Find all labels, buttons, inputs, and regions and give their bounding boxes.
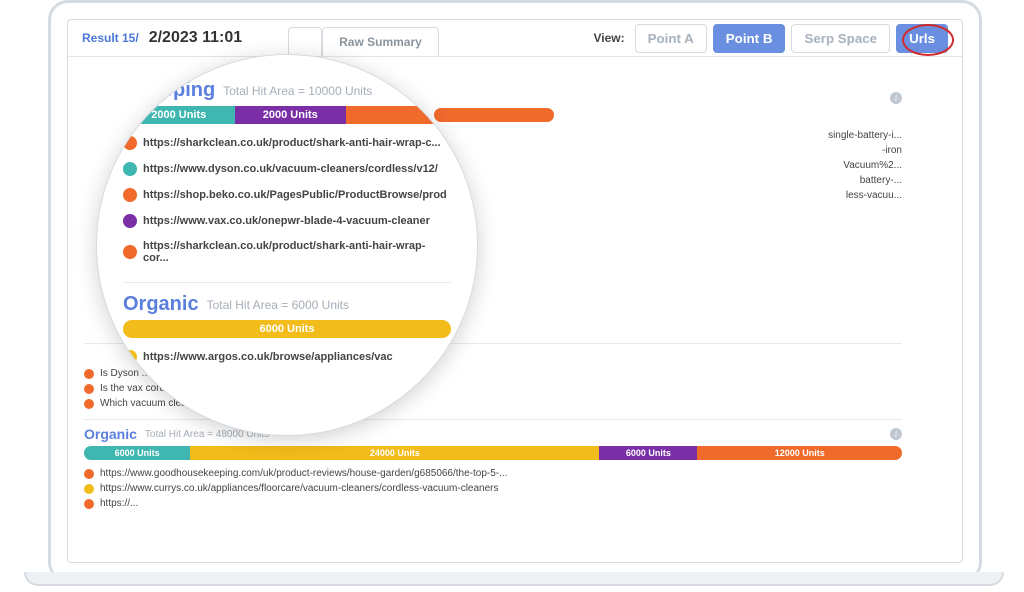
mag-shopping-sub: Total Hit Area = 10000 Units <box>223 84 372 98</box>
url-text: https://www.dyson.co.uk/vacuum-cleaners/… <box>143 163 438 175</box>
url-tail: battery-... <box>434 173 902 188</box>
url-line[interactable]: https://www.goodhousekeeping.com/uk/prod… <box>84 466 902 481</box>
tab-blank[interactable] <box>288 27 322 56</box>
color-dot-icon <box>123 188 137 202</box>
color-dot-icon <box>84 484 94 494</box>
view-serp-space-button[interactable]: Serp Space <box>791 24 890 53</box>
tabset: Raw Summary <box>288 21 439 56</box>
bar-segment: 24000 Units <box>190 446 599 460</box>
url-text: https://sharkclean.co.uk/product/shark-a… <box>143 137 441 149</box>
bar-segment: 12000 Units <box>697 446 902 460</box>
mag-organic-bar: 6000 Units <box>123 320 451 338</box>
laptop-base <box>24 572 1004 586</box>
view-label: View: <box>594 31 625 45</box>
url-line[interactable]: https://sharkclean.co.uk/product/shark-a… <box>123 234 451 270</box>
color-dot-icon <box>84 469 94 479</box>
url-line[interactable]: https://www.dyson.co.uk/vacuum-cleaners/… <box>123 156 451 182</box>
mag-organic-sub: Total Hit Area = 6000 Units <box>207 298 349 312</box>
url-text: https://www.argos.co.uk/browse/appliance… <box>143 351 393 363</box>
color-dot-icon <box>84 399 94 409</box>
url-text: https://www.vax.co.uk/onepwr-blade-4-vac… <box>143 215 430 227</box>
color-dot-icon <box>84 384 94 394</box>
url-tail: -iron <box>434 143 902 158</box>
bar-segment: 6000 Units <box>84 446 190 460</box>
url-line[interactable]: https://www.vax.co.uk/onepwr-blade-4-vac… <box>123 208 451 234</box>
organic-bottom-section: Organic Total Hit Area = 48000 Units i 6… <box>84 419 902 511</box>
url-tail: less-vacuu... <box>434 188 902 203</box>
organic2-title: Organic <box>84 426 137 442</box>
bar-segment: 6000 Units <box>123 320 451 338</box>
bar-segment: 6000 Units <box>599 446 697 460</box>
url-tail: single-battery-i... <box>434 128 902 143</box>
view-controls: View: Point A Point B Serp Space Urls <box>594 24 948 53</box>
bar-segment: 2000 Units <box>235 106 347 124</box>
url-line[interactable]: https://sharkclean.co.uk/product/shark-a… <box>123 130 451 156</box>
url-line[interactable]: https://... <box>84 496 902 511</box>
result-date: 2/2023 11:01 <box>149 29 242 47</box>
url-line[interactable]: https://shop.beko.co.uk/PagesPublic/Prod… <box>123 182 451 208</box>
color-dot-icon <box>123 245 137 259</box>
shopping-bar-bg <box>434 108 554 122</box>
results-header: Result 15/ 2/2023 11:01 Raw Summary View… <box>68 20 962 57</box>
url-tail: Vacuum%2... <box>434 158 902 173</box>
view-point-b-button[interactable]: Point B <box>713 24 786 53</box>
info-icon[interactable]: i <box>890 92 902 104</box>
view-urls-button[interactable]: Urls <box>896 24 948 53</box>
url-tail-list: single-battery-i...-ironVacuum%2...batte… <box>434 128 902 203</box>
color-dot-icon <box>84 369 94 379</box>
color-dot-icon <box>84 499 94 509</box>
url-line[interactable]: https://www.currys.co.uk/appliances/floo… <box>84 481 902 496</box>
url-text: https://shop.beko.co.uk/PagesPublic/Prod… <box>143 189 447 201</box>
mag-organic-title: Organic <box>123 293 199 316</box>
organic2-bar: 6000 Units24000 Units6000 Units12000 Uni… <box>84 446 902 460</box>
color-dot-icon <box>123 214 137 228</box>
color-dot-icon <box>123 162 137 176</box>
url-text: https://www.currys.co.uk/appliances/floo… <box>100 483 499 494</box>
mag-shopping-bar: 2000 Units2000 Units <box>123 106 451 124</box>
url-text: https://sharkclean.co.uk/product/shark-a… <box>143 240 451 264</box>
result-count: Result 15/ <box>82 31 139 45</box>
view-point-a-button[interactable]: Point A <box>635 24 707 53</box>
magnifier-lens: Shopping Total Hit Area = 10000 Units 20… <box>96 54 478 436</box>
tab-raw-summary[interactable]: Raw Summary <box>322 27 439 56</box>
url-text: https://www.goodhousekeeping.com/uk/prod… <box>100 468 507 479</box>
info-icon[interactable]: i <box>890 428 902 440</box>
url-line[interactable]: https://www.argos.co.uk/browse/appliance… <box>123 344 451 370</box>
url-text: https://... <box>100 498 138 509</box>
